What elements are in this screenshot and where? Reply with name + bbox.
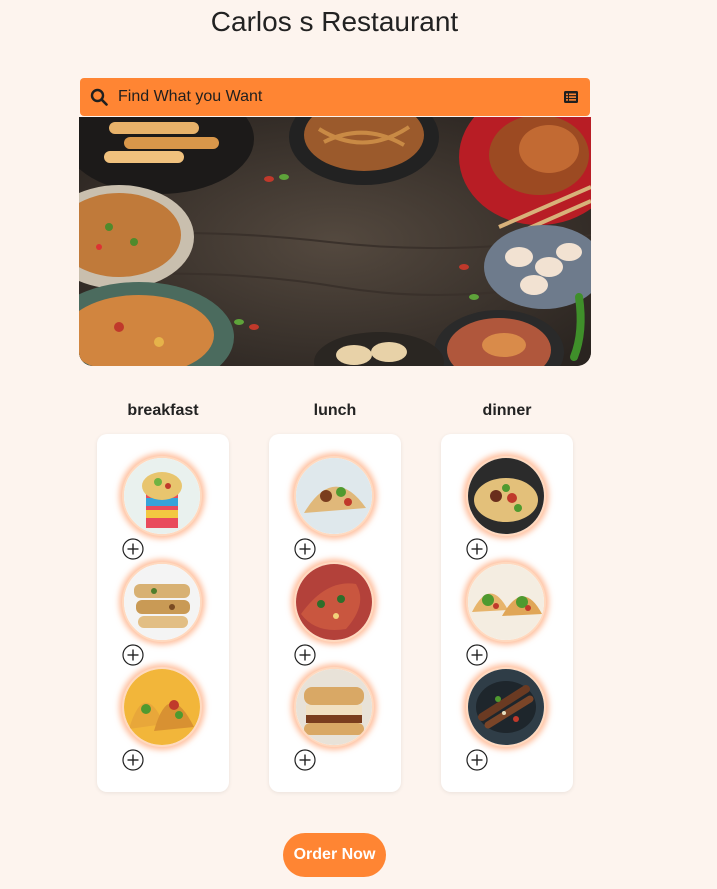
- column-title-breakfast: breakfast: [127, 402, 199, 419]
- add-breakfast-3-button[interactable]: [122, 749, 144, 771]
- breakfast-dish-1-image[interactable]: [122, 456, 202, 536]
- search-input[interactable]: [118, 84, 538, 110]
- add-breakfast-1-button[interactable]: [122, 538, 144, 560]
- search-bar: [80, 78, 590, 116]
- dinner-dish-2-image[interactable]: [466, 562, 546, 642]
- lunch-column: lunch: [269, 400, 401, 792]
- lunch-dish-3-image[interactable]: [294, 667, 374, 747]
- add-dinner-2-button[interactable]: [466, 644, 488, 666]
- add-lunch-3-button[interactable]: [294, 749, 316, 771]
- add-lunch-2-button[interactable]: [294, 644, 316, 666]
- page-title: Carlos s Restaurant: [210, 6, 459, 37]
- dinner-dish-3-image[interactable]: [466, 667, 546, 747]
- search-icon[interactable]: [90, 88, 108, 106]
- dinner-column: dinner: [441, 400, 573, 792]
- dinner-card: [441, 434, 573, 792]
- add-breakfast-2-button[interactable]: [122, 644, 144, 666]
- add-dinner-3-button[interactable]: [466, 749, 488, 771]
- add-dinner-1-button[interactable]: [466, 538, 488, 560]
- list-icon[interactable]: [564, 90, 578, 104]
- breakfast-card: [97, 434, 229, 792]
- breakfast-column: breakfast: [97, 400, 229, 792]
- hero-banner-image: [79, 117, 591, 366]
- add-lunch-1-button[interactable]: [294, 538, 316, 560]
- column-title-dinner: dinner: [482, 402, 532, 419]
- lunch-dish-1-image[interactable]: [294, 456, 374, 536]
- order-now-button[interactable]: Order Now: [283, 833, 386, 877]
- breakfast-dish-2-image[interactable]: [122, 562, 202, 642]
- breakfast-dish-3-image[interactable]: [122, 667, 202, 747]
- dinner-dish-1-image[interactable]: [466, 456, 546, 536]
- column-title-lunch: lunch: [313, 402, 357, 419]
- lunch-card: [269, 434, 401, 792]
- lunch-dish-2-image[interactable]: [294, 562, 374, 642]
